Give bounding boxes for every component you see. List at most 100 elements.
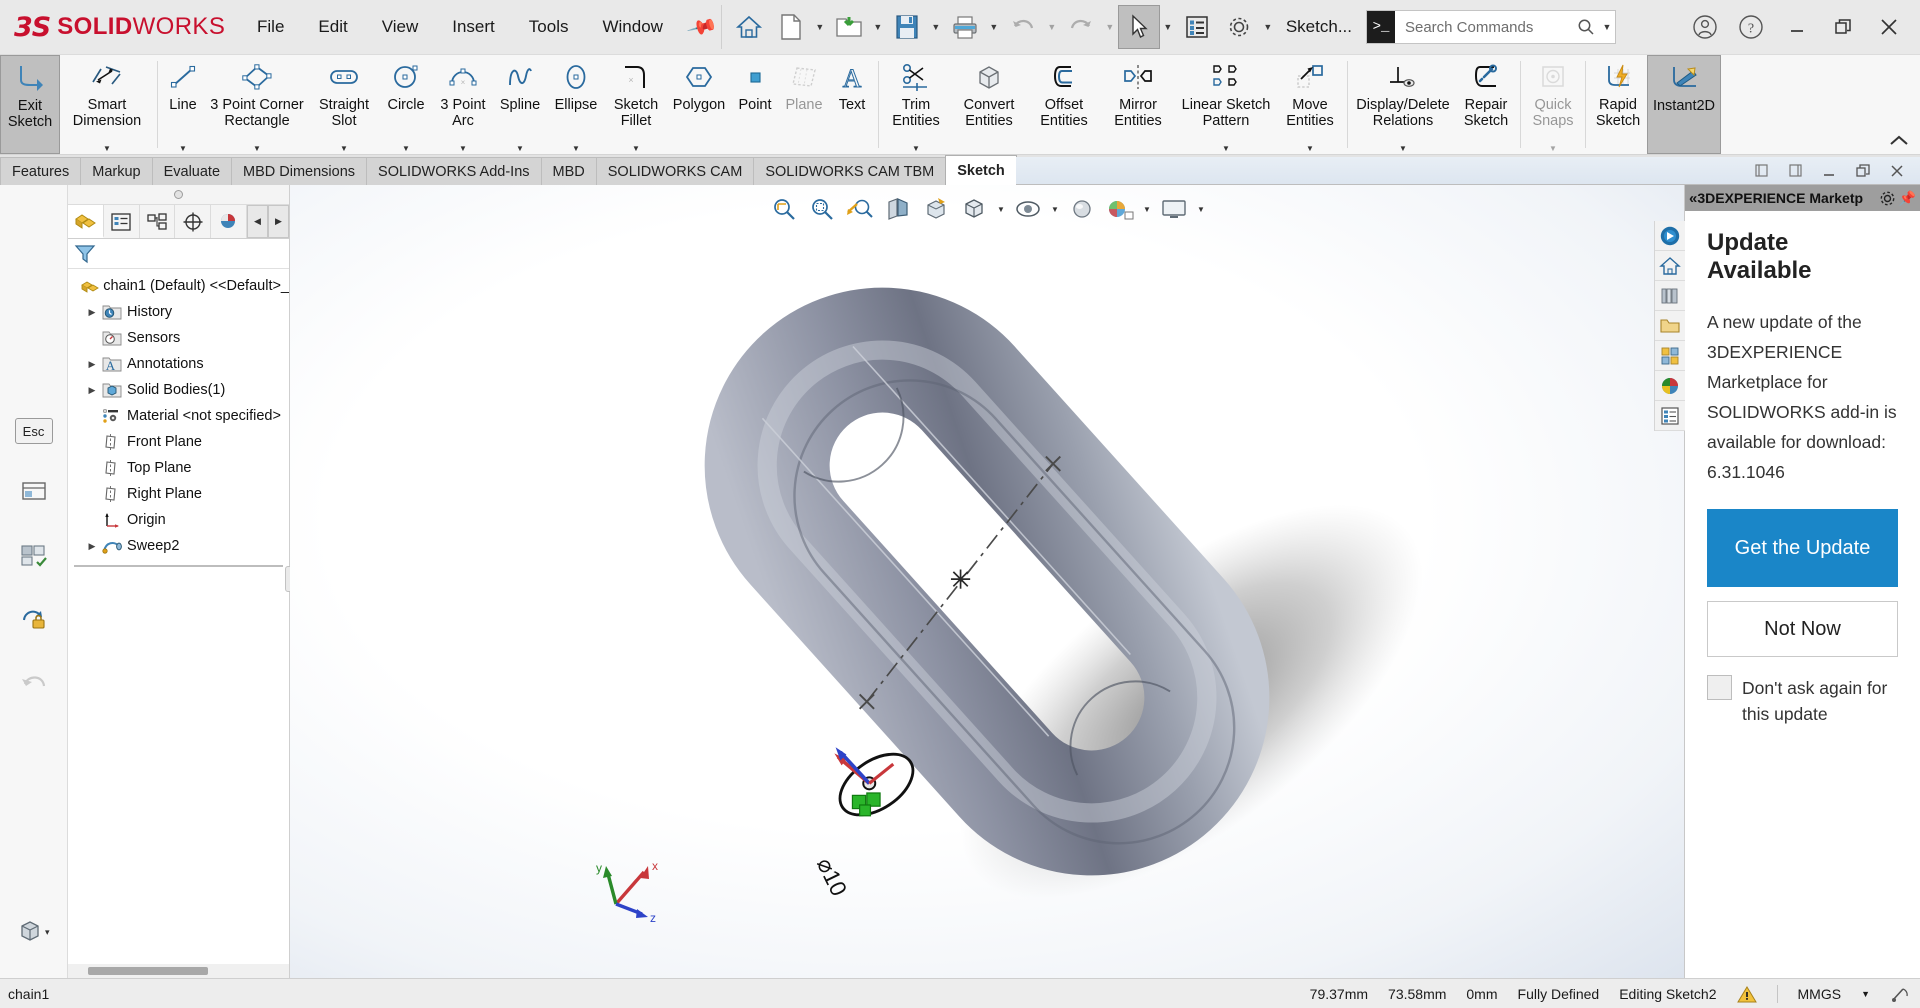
ribbon-point[interactable]: Point xyxy=(731,55,779,154)
tab-scroll-right[interactable]: ▶ xyxy=(267,205,289,238)
search-commands-box[interactable]: >_ Search Commands ▼ xyxy=(1365,10,1616,44)
file-explorer-icon[interactable] xyxy=(1655,311,1685,341)
options-dropdown[interactable]: ▼ xyxy=(1260,5,1276,49)
move-dropdown[interactable]: ▼ xyxy=(1306,144,1314,153)
linear-pattern-dropdown[interactable]: ▼ xyxy=(1222,144,1230,153)
tab-markup[interactable]: Markup xyxy=(80,157,153,185)
gear-icon[interactable] xyxy=(1878,189,1897,208)
caret-down-icon[interactable]: ▼ xyxy=(1861,989,1870,999)
tab-sketch[interactable]: Sketch xyxy=(945,155,1017,185)
tree-item-top-plane[interactable]: Top Plane xyxy=(68,455,289,481)
ribbon-3-point-arc[interactable]: × 3 Point Arc ▼ xyxy=(433,55,493,154)
minimize-document-button[interactable] xyxy=(1814,159,1844,183)
ribbon-circle[interactable]: Circle ▼ xyxy=(379,55,433,154)
section-view-icon[interactable] xyxy=(880,191,916,227)
lock-rotation-icon[interactable] xyxy=(14,602,54,636)
ribbon-quick-snaps[interactable]: Quick Snaps ▼ xyxy=(1524,55,1582,154)
menu-window[interactable]: Window xyxy=(585,11,679,43)
get-the-update-button[interactable]: Get the Update xyxy=(1707,509,1898,587)
search-dropdown[interactable]: ▼ xyxy=(1599,5,1615,49)
rectangle-dropdown[interactable]: ▼ xyxy=(253,144,261,153)
ribbon-straight-slot[interactable]: Straight Slot ▼ xyxy=(309,55,379,154)
ribbon-move-entities[interactable]: Move Entities ▼ xyxy=(1276,55,1344,154)
chevron-up-icon[interactable] xyxy=(1888,134,1910,148)
select-dropdown[interactable]: ▼ xyxy=(1160,5,1176,49)
tree-item-sweep2[interactable]: ▶ Sweep2 xyxy=(68,533,289,559)
print-dropdown[interactable]: ▼ xyxy=(986,5,1002,49)
search-icon[interactable] xyxy=(1573,18,1599,36)
ribbon-text[interactable]: A Text xyxy=(829,55,875,154)
view-orientation-icon[interactable] xyxy=(918,191,954,227)
ellipse-dropdown[interactable]: ▼ xyxy=(572,144,580,153)
tree-item-right-plane[interactable]: Right Plane xyxy=(68,481,289,507)
select-cursor-icon[interactable] xyxy=(1117,5,1160,49)
smart-dimension-dropdown[interactable]: ▼ xyxy=(103,144,111,153)
minimize-window-button[interactable] xyxy=(1774,4,1820,50)
dont-ask-again-row[interactable]: Don't ask again for this update xyxy=(1707,675,1898,727)
menu-file[interactable]: File xyxy=(240,11,301,43)
ribbon-spline[interactable]: Spline ▼ xyxy=(493,55,547,154)
warning-icon[interactable] xyxy=(1736,985,1757,1003)
property-manager-tab[interactable] xyxy=(104,205,140,238)
ribbon-convert-entities[interactable]: Convert Entities xyxy=(950,55,1028,154)
trim-dropdown[interactable]: ▼ xyxy=(912,144,920,153)
chevron-left-icon[interactable]: « xyxy=(1689,190,1697,207)
ribbon-mirror-entities[interactable]: Mirror Entities xyxy=(1100,55,1176,154)
zoom-area-icon[interactable] xyxy=(804,191,840,227)
hide-show-icon[interactable] xyxy=(14,538,54,572)
tab-solidworks-add-ins[interactable]: SOLIDWORKS Add-Ins xyxy=(366,157,542,185)
open-folder-icon[interactable] xyxy=(828,5,870,49)
ribbon-offset-entities[interactable]: Offset Entities xyxy=(1028,55,1100,154)
expand-arrow-icon[interactable]: ▶ xyxy=(84,385,100,396)
design-library-icon[interactable] xyxy=(1655,341,1685,371)
tree-item-annotations[interactable]: ▶ A Annotations xyxy=(68,351,289,377)
gear-icon[interactable] xyxy=(1218,5,1260,49)
display-manager-tab[interactable] xyxy=(211,205,247,238)
tree-filter-row[interactable] xyxy=(68,239,289,269)
hide-show-dropdown[interactable]: ▼ xyxy=(1048,191,1062,227)
tune-icon[interactable] xyxy=(1890,985,1910,1003)
tree-item-sensors[interactable]: Sensors xyxy=(68,325,289,351)
relations-dropdown[interactable]: ▼ xyxy=(1399,144,1407,153)
hide-show-items-icon[interactable] xyxy=(1010,191,1046,227)
close-document-button[interactable] xyxy=(1882,159,1912,183)
tree-item-chain1[interactable]: chain1 (Default) <<Default>_ xyxy=(68,273,289,299)
user-account-icon[interactable] xyxy=(1682,4,1728,50)
tree-item-history[interactable]: ▶ History xyxy=(68,299,289,325)
esc-key-button[interactable]: Esc xyxy=(14,418,53,444)
prev-pane-button[interactable] xyxy=(1746,159,1776,183)
arc-dropdown[interactable]: ▼ xyxy=(459,144,467,153)
ribbon-ellipse[interactable]: Ellipse ▼ xyxy=(547,55,605,154)
new-document-dropdown[interactable]: ▼ xyxy=(812,5,828,49)
menu-view[interactable]: View xyxy=(365,11,436,43)
tab-solidworks-cam[interactable]: SOLIDWORKS CAM xyxy=(595,157,755,185)
expand-arrow-icon[interactable]: ▶ xyxy=(84,359,100,370)
print-icon[interactable] xyxy=(944,5,986,49)
ribbon-trim-entities[interactable]: Trim Entities ▼ xyxy=(882,55,950,154)
zoom-to-fit-icon[interactable] xyxy=(766,191,802,227)
custom-properties-icon[interactable] xyxy=(1655,401,1685,431)
view-display-dropdown[interactable]: ▼ xyxy=(1194,191,1208,227)
tree-item-material[interactable]: Material <not specified> xyxy=(68,403,289,429)
ribbon-display-delete-relations[interactable]: Display/Delete Relations ▼ xyxy=(1351,55,1455,154)
status-units[interactable]: MMGS xyxy=(1798,986,1842,1002)
undo-dropdown[interactable]: ▼ xyxy=(1044,5,1060,49)
view-setting-display-icon[interactable] xyxy=(1156,191,1192,227)
pin-icon[interactable]: 📌 xyxy=(685,10,719,44)
display-style-dropdown[interactable]: ▼ xyxy=(994,191,1008,227)
active-sketch-profile[interactable]: ⌀10 xyxy=(812,742,924,900)
tab-solidworks-cam-tbm[interactable]: SOLIDWORKS CAM TBM xyxy=(753,157,947,185)
menu-insert[interactable]: Insert xyxy=(435,11,512,43)
ribbon-line[interactable]: Line ▼ xyxy=(161,55,205,154)
model-chain-link[interactable]: ⌀10 xyxy=(290,185,1684,978)
menu-tools[interactable]: Tools xyxy=(512,11,586,43)
tab-evaluate[interactable]: Evaluate xyxy=(151,157,233,185)
redo-icon[interactable] xyxy=(1060,5,1102,49)
ribbon-smart-dimension[interactable]: Smart Dimension ▼ xyxy=(60,55,154,154)
ribbon-instant2d[interactable]: Instant2D xyxy=(1647,55,1721,154)
ribbon-sketch-fillet[interactable]: × Sketch Fillet ▼ xyxy=(605,55,667,154)
tree-rollback-bar[interactable] xyxy=(74,565,283,567)
feature-manager-tab[interactable] xyxy=(68,205,104,238)
undo-icon[interactable] xyxy=(1002,5,1044,49)
close-window-button[interactable] xyxy=(1866,4,1912,50)
